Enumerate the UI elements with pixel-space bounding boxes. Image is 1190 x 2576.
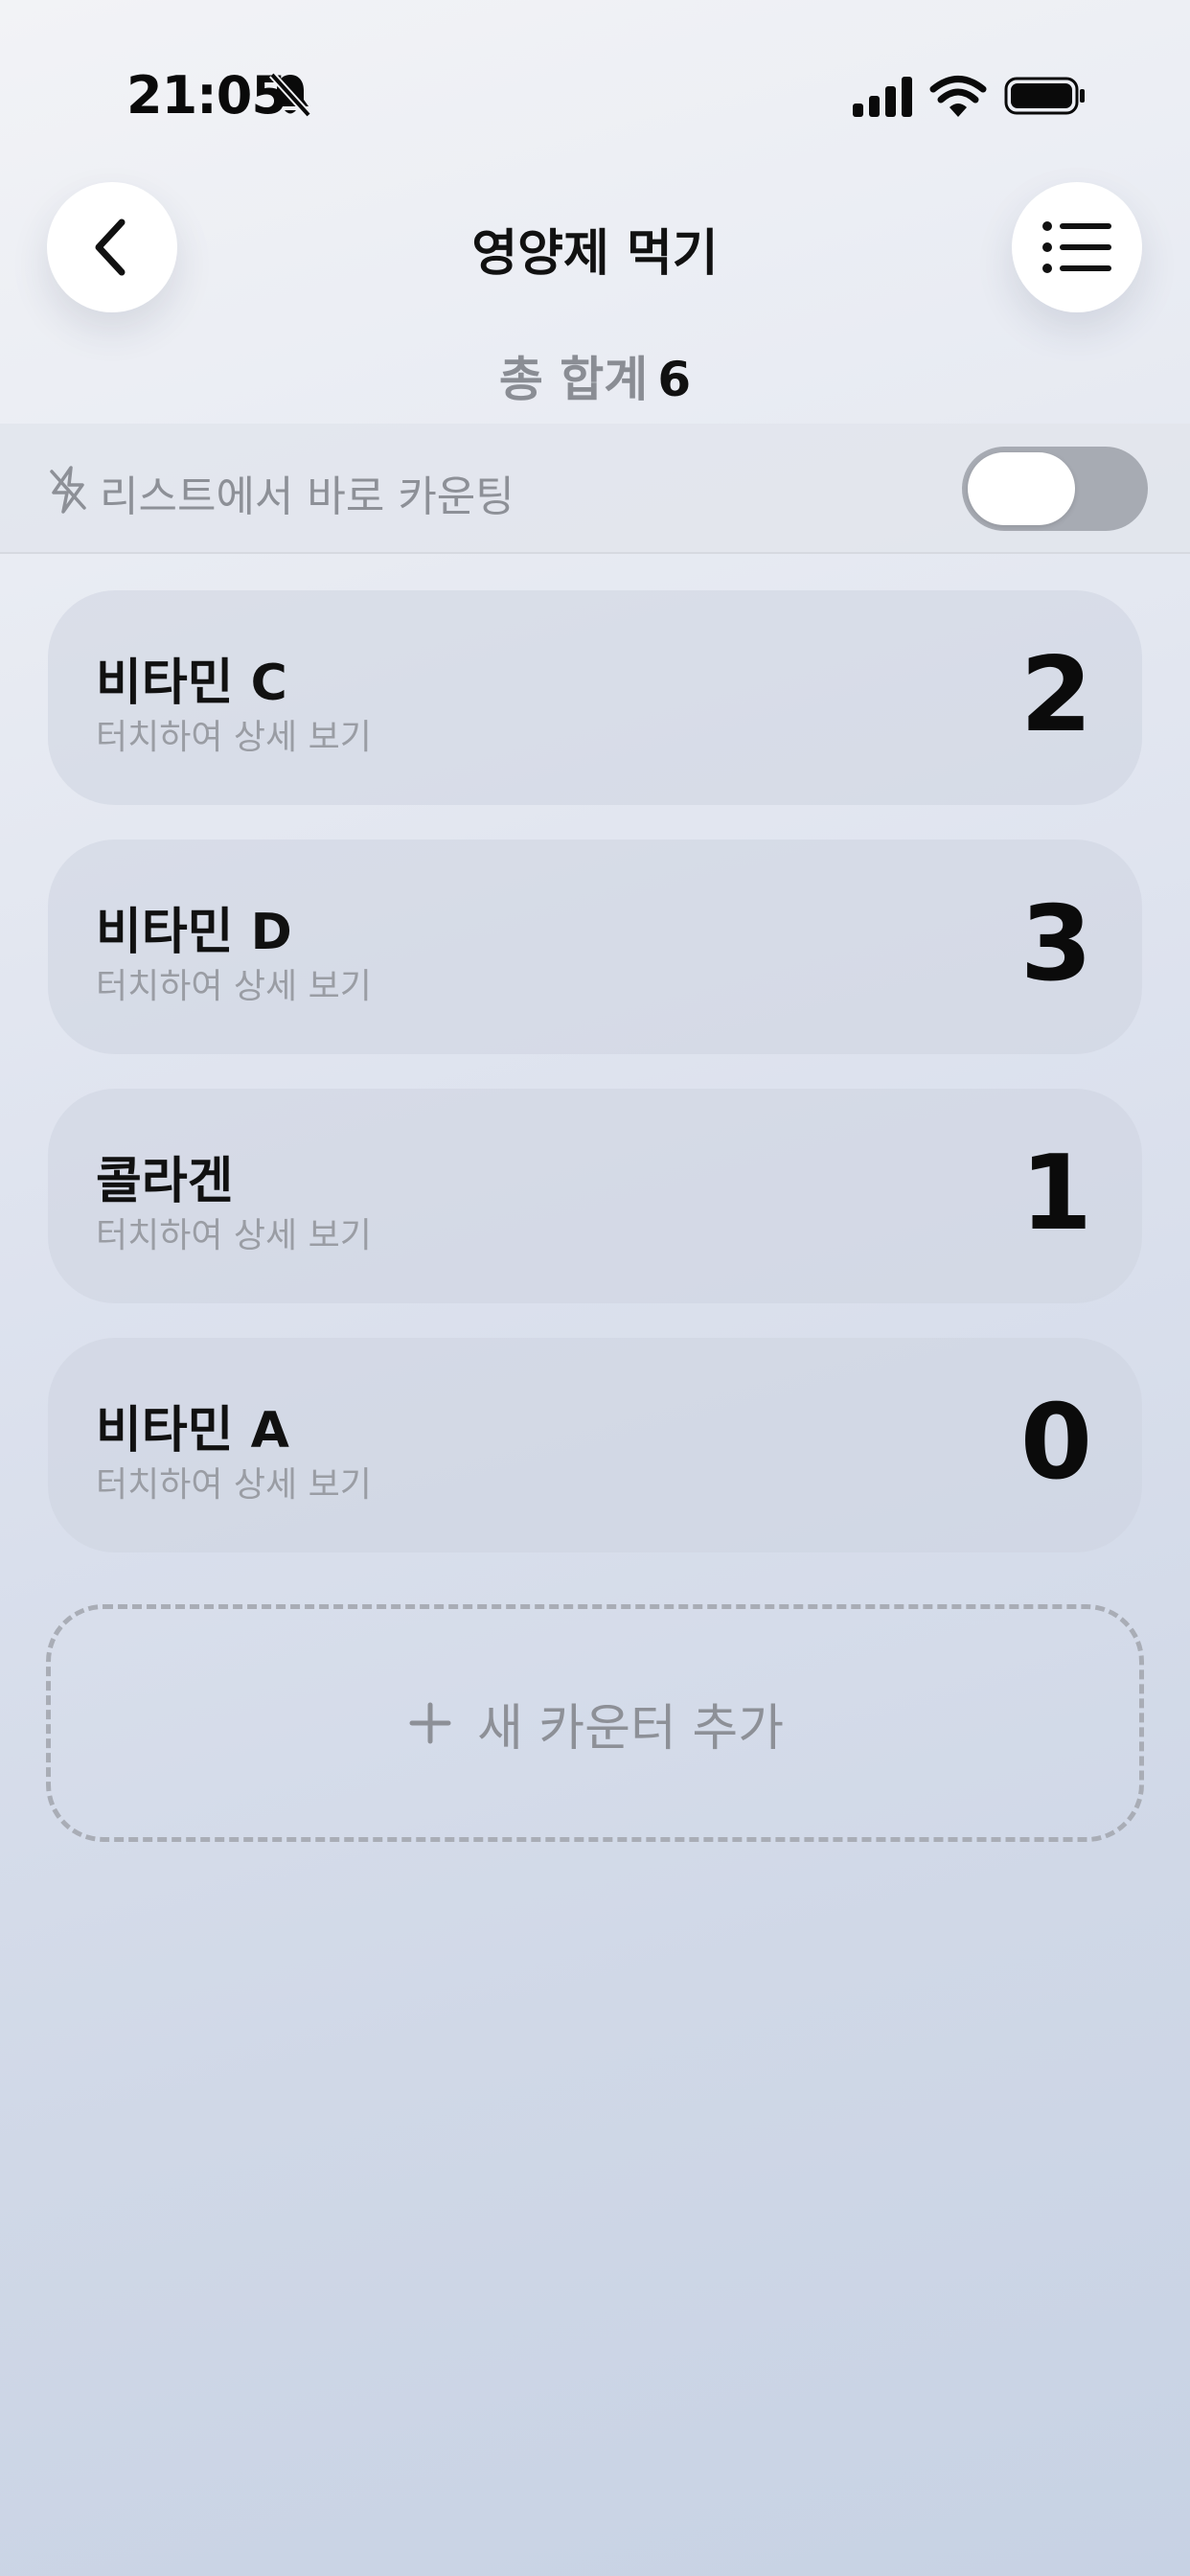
counter-subtitle: 터치하여 상세 보기 <box>96 1216 372 1255</box>
plus-icon <box>409 1702 451 1744</box>
counter-card[interactable]: 비타민 A 터치하여 상세 보기 0 <box>48 1338 1142 1552</box>
counter-subtitle: 터치하여 상세 보기 <box>96 1465 372 1505</box>
bell-slash-icon <box>269 72 311 118</box>
counter-value: 2 <box>1019 635 1092 755</box>
counter-name: 비타민 D <box>96 904 292 961</box>
counter-card[interactable]: 비타민 D 터치하여 상세 보기 3 <box>48 840 1142 1054</box>
total-summary: 총 합계 6 <box>0 341 1190 410</box>
counter-card[interactable]: 콜라겐 터치하여 상세 보기 1 <box>48 1089 1142 1303</box>
counter-value: 3 <box>1019 885 1092 1004</box>
counter-card[interactable]: 비타민 C 터치하여 상세 보기 2 <box>48 590 1142 805</box>
counter-name: 비타민 C <box>96 655 287 712</box>
total-value: 6 <box>657 352 692 407</box>
wifi-icon <box>929 76 987 117</box>
counter-value: 1 <box>1019 1134 1092 1254</box>
counter-subtitle: 터치하여 상세 보기 <box>96 967 372 1006</box>
status-time: 21:05 <box>126 65 287 126</box>
total-label: 총 합계 <box>498 352 649 407</box>
quick-count-row: 리스트에서 바로 카운팅 <box>0 424 1190 554</box>
add-counter-label: 새 카운터 추가 <box>476 1699 785 1758</box>
counter-list: 비타민 C 터치하여 상세 보기 2 비타민 D 터치하여 상세 보기 3 콜라… <box>48 590 1142 1587</box>
status-bar: 21:05 <box>0 0 1190 192</box>
counter-value: 0 <box>1019 1383 1092 1503</box>
battery-icon <box>1004 77 1085 115</box>
toggle-knob <box>968 452 1075 525</box>
quick-count-toggle[interactable] <box>962 447 1148 531</box>
counter-subtitle: 터치하여 상세 보기 <box>96 718 372 757</box>
list-menu-button[interactable] <box>1012 182 1142 312</box>
add-counter-button[interactable]: 새 카운터 추가 <box>46 1604 1144 1842</box>
cellular-signal-icon <box>853 77 912 117</box>
list-icon <box>1042 221 1111 273</box>
quick-count-label: 리스트에서 바로 카운팅 <box>100 472 515 521</box>
flash-off-icon <box>50 466 86 514</box>
counter-name: 비타민 A <box>96 1402 289 1460</box>
counter-name: 콜라겐 <box>96 1153 234 1210</box>
